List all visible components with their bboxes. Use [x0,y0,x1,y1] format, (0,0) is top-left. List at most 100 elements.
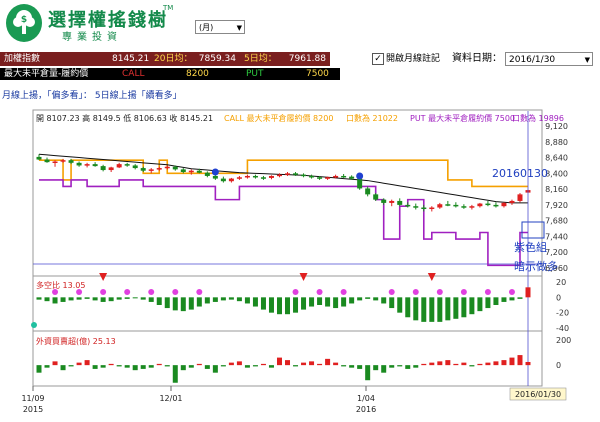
signal-dot-magenta [436,289,443,295]
candle-body [445,204,451,206]
long-short-bar [501,297,507,302]
candle-body [268,175,274,178]
long-short-bar [172,297,178,311]
foreign-flow-bar [260,363,266,366]
candle-body [397,200,403,205]
annotation-date: 20160130 [492,167,548,180]
candle-body [92,164,98,167]
x-tick-label: 11/09 [21,394,44,403]
foreign-flow-bar [140,365,146,369]
foreign-flow-bar [172,365,178,383]
y-tick-label: 20 [556,278,566,287]
foreign-flow-bar [293,365,299,367]
signal-dot-magenta [316,289,323,295]
signal-dot-magenta [460,289,467,295]
candle-body [60,160,66,162]
long-short-bar [413,297,419,321]
foreign-flow-bar [116,365,122,367]
y-tick-label: 7,920 [545,201,568,210]
long-short-bar [301,297,307,310]
candle-body [204,172,210,176]
foreign-flow-bar [220,365,226,367]
signal-dot-magenta [412,289,419,295]
foreign-flow-bar [517,355,523,366]
annotation-note-1: 紫色組 [514,240,547,254]
y-tick-label: -40 [556,324,569,333]
foreign-flow-bar [341,365,347,367]
long-short-bar [156,297,162,305]
signal-dot-magenta [148,289,155,295]
foreign-flow-bar [84,360,90,366]
foreign-flow-bar [196,363,202,366]
candle-body [44,159,50,163]
candle-body [252,175,258,178]
candle-body [365,188,371,195]
foreign-flow-bar [156,363,162,366]
long-short-bar [204,297,210,304]
foreign-flow-bar [228,362,234,366]
long-short-bar [309,297,315,307]
long-short-bar [317,297,323,305]
long-short-bar [252,297,258,307]
ohlc-text: 開 8107.23 高 8149.5 低 8106.63 收 8145.21 [36,113,213,123]
stock-chart[interactable]: 9,120 8,880 8,640 8,400 8,160 7,920 7,680 7,440… [0,0,600,422]
long-short-bar [140,297,146,300]
signal-dot-magenta [484,289,491,295]
candle-body [453,204,459,207]
candle-body [501,202,507,207]
candle-body [421,207,427,210]
candle-body [212,175,218,179]
foreign-flow-bar [92,365,98,369]
candle-body [317,177,323,179]
candle-body [76,162,82,166]
long-short-bar [381,297,387,304]
foreign-flow-bar [68,365,74,367]
long-short-bar [493,297,499,305]
foreign-flow-bar [44,365,50,368]
foreign-flow-bar [485,362,491,366]
candle-body [260,177,266,179]
foreign-flow-bar [36,365,42,373]
long-short-bar [36,297,42,300]
foreign-flow-bar [445,360,451,366]
foreign-flow-bar [317,363,323,366]
foreign-flow-bar [437,361,443,366]
candle-body [36,156,42,160]
foreign-flow-bar [381,365,387,373]
foreign-flow-bar [76,362,82,366]
long-short-bar [220,297,226,301]
foreign-flow-bar [132,365,138,371]
candle-body [228,178,234,182]
candle-body [148,169,154,171]
candle-body [325,177,331,179]
foreign-flow-bar [421,363,427,366]
candle-body [517,194,523,201]
long-short-bar [285,297,291,315]
foreign-flow-bar [309,361,315,366]
candle-body [116,164,122,168]
long-short-bar [525,287,531,298]
y-tick-label: 8,160 [545,185,568,194]
cursor-date-label: 2016/01/30 [515,390,561,399]
long-short-bar [333,297,339,309]
signal-dot-magenta [76,289,83,295]
y-tick-label: -20 [556,309,569,318]
y-tick-label: 7,200 [545,248,568,257]
long-short-bar [397,297,403,313]
candle-body [244,175,250,178]
foreign-flow-bar [333,362,339,366]
call-max-oi-text: CALL 最大未平倉履約價 8200 [224,113,333,123]
candle-body [373,194,379,200]
candle-body [52,161,58,163]
y-tick-label: 0 [556,293,561,302]
foreign-flow-bar [52,361,58,366]
long-short-bar [116,297,122,300]
y-tick-label: 8,880 [545,138,568,147]
candle-body [405,204,411,207]
foreign-flow-bar [301,362,307,366]
candle-body [132,165,138,169]
foreign-flow-bar [405,365,411,369]
candle-body [164,166,170,169]
long-short-bar [437,297,443,322]
x-tick-label: 12/01 [159,394,182,403]
